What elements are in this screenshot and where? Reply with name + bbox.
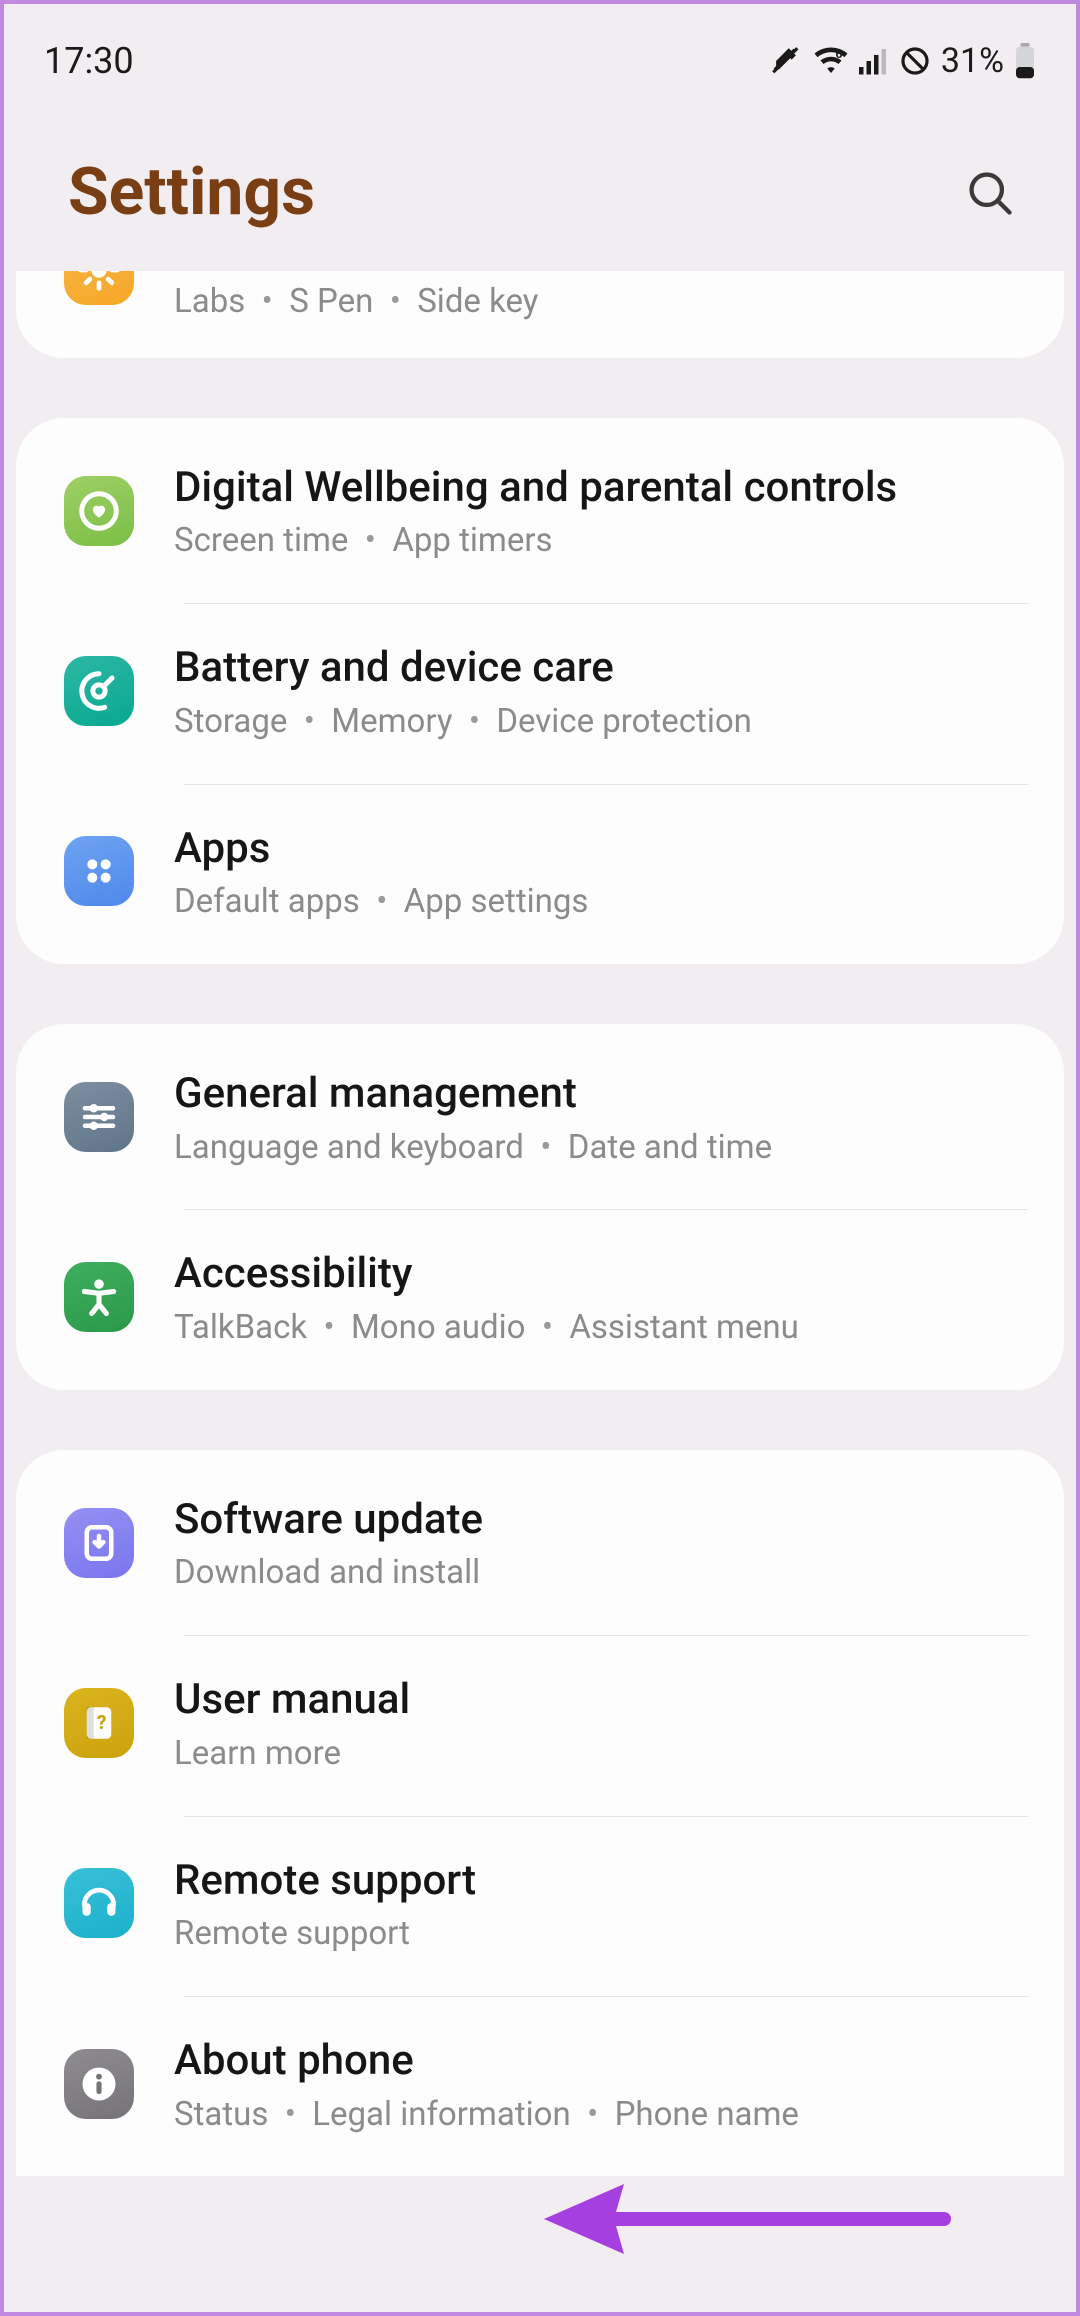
row-text: Labs • S Pen • Side key xyxy=(174,271,1028,330)
settings-row-accessibility[interactable]: Accessibility TalkBack • Mono audio • Ass… xyxy=(16,1210,1064,1389)
settings-row-wellbeing[interactable]: Digital Wellbeing and parental controls S… xyxy=(16,418,1064,603)
annotation-arrow xyxy=(544,2174,954,2264)
battery-icon xyxy=(1014,43,1036,79)
settings-row-devicecare[interactable]: Battery and device care Storage • Memory … xyxy=(16,604,1064,783)
settings-group: Software update Download and install? User… xyxy=(16,1450,1064,2177)
settings-row-manual[interactable]: ? User manual Learn more xyxy=(16,1636,1064,1815)
row-subtitle: Remote support xyxy=(174,1913,1028,1956)
row-title: Battery and device care xyxy=(174,642,1028,695)
row-subtitle: TalkBack • Mono audio • Assistant menu xyxy=(174,1307,1028,1350)
header: Settings xyxy=(4,94,1076,271)
manual-icon: ? xyxy=(64,1688,134,1758)
row-subtitle: Storage • Memory • Device protection xyxy=(174,701,1028,744)
row-text: Digital Wellbeing and parental controls S… xyxy=(174,452,1028,569)
status-bar: 17:30 6 31% xyxy=(4,4,1076,94)
settings-group: Labs • S Pen • Side key xyxy=(16,271,1064,358)
row-title: User manual xyxy=(174,1674,1028,1727)
settings-group: Digital Wellbeing and parental controls S… xyxy=(16,418,1064,964)
row-title: Digital Wellbeing and parental controls xyxy=(174,462,1028,515)
vibrate-icon xyxy=(769,44,803,78)
search-icon xyxy=(964,167,1016,219)
row-text: Remote support Remote support xyxy=(174,1845,1028,1962)
devicecare-icon xyxy=(64,656,134,726)
accessibility-icon xyxy=(64,1262,134,1332)
row-text: About phone Status • Legal information • … xyxy=(174,2025,1028,2142)
settings-row-about[interactable]: About phone Status • Legal information • … xyxy=(16,1997,1064,2176)
general-icon xyxy=(64,1082,134,1152)
settings-row-update[interactable]: Software update Download and install xyxy=(16,1450,1064,1635)
settings-row-advanced[interactable]: Labs • S Pen • Side key xyxy=(16,271,1064,358)
svg-text:6: 6 xyxy=(835,47,842,61)
row-title: Remote support xyxy=(174,1855,1028,1908)
status-time: 17:30 xyxy=(44,40,134,82)
wellbeing-icon xyxy=(64,476,134,546)
wifi-icon: 6 xyxy=(813,46,849,76)
settings-row-remote[interactable]: Remote support Remote support xyxy=(16,1817,1064,1996)
update-icon xyxy=(64,1508,134,1578)
remote-icon xyxy=(64,1868,134,1938)
signal-icon xyxy=(859,47,889,75)
svg-text:?: ? xyxy=(97,1711,107,1734)
settings-row-apps[interactable]: Apps Default apps • App settings xyxy=(16,785,1064,964)
row-title: Accessibility xyxy=(174,1248,1028,1301)
row-subtitle: Learn more xyxy=(174,1733,1028,1776)
dnd-icon xyxy=(899,45,931,77)
row-subtitle: Screen time • App timers xyxy=(174,520,1028,563)
row-text: General management Language and keyboard … xyxy=(174,1058,1028,1175)
row-subtitle: Download and install xyxy=(174,1552,1028,1595)
advanced-icon xyxy=(64,271,134,305)
row-subtitle: Labs • S Pen • Side key xyxy=(174,281,1028,324)
search-button[interactable] xyxy=(960,163,1020,223)
settings-row-general[interactable]: General management Language and keyboard … xyxy=(16,1024,1064,1209)
row-subtitle: Status • Legal information • Phone name xyxy=(174,2094,1028,2137)
row-text: Apps Default apps • App settings xyxy=(174,813,1028,930)
status-indicators: 6 31% xyxy=(769,41,1036,81)
row-subtitle: Language and keyboard • Date and time xyxy=(174,1127,1028,1170)
row-text: Battery and device care Storage • Memory … xyxy=(174,632,1028,749)
row-title: General management xyxy=(174,1068,1028,1121)
page-title: Settings xyxy=(68,154,315,231)
row-title: Apps xyxy=(174,823,1028,876)
row-text: User manual Learn more xyxy=(174,1664,1028,1781)
row-subtitle: Default apps • App settings xyxy=(174,881,1028,924)
row-title: Software update xyxy=(174,1494,1028,1547)
row-text: Accessibility TalkBack • Mono audio • Ass… xyxy=(174,1238,1028,1355)
apps-icon xyxy=(64,836,134,906)
about-icon xyxy=(64,2049,134,2119)
settings-group: General management Language and keyboard … xyxy=(16,1024,1064,1390)
battery-percentage: 31% xyxy=(941,41,1004,81)
row-text: Software update Download and install xyxy=(174,1484,1028,1601)
row-title: About phone xyxy=(174,2035,1028,2088)
